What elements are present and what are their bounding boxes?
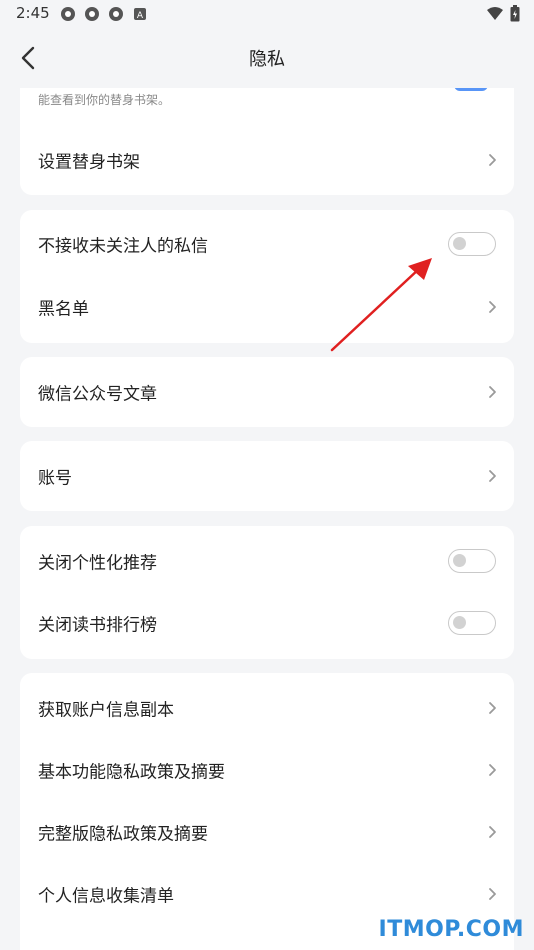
- status-right-icons: [486, 5, 520, 22]
- chevron-right-icon: [489, 386, 496, 398]
- setting-description: 能查看到你的替身书架。: [38, 93, 171, 107]
- row-disable-reading-ranking: 关闭读书排行榜: [20, 592, 514, 654]
- watermark: ITMOP.COM: [378, 917, 524, 942]
- chevron-right-icon: [489, 702, 496, 714]
- battery-icon: [510, 5, 520, 22]
- row-wechat-articles[interactable]: 微信公众号文章: [20, 361, 514, 423]
- partial-toggle[interactable]: [454, 88, 488, 91]
- nav-bar: 隐私: [0, 28, 534, 88]
- chevron-right-icon: [489, 301, 496, 313]
- wifi-icon: [487, 6, 503, 20]
- row-label: 账号: [38, 468, 72, 489]
- row-label: 个人信息收集清单: [38, 886, 174, 907]
- toggle-knob: [453, 237, 466, 250]
- chevron-right-icon: [489, 888, 496, 900]
- page-title: 隐私: [249, 49, 285, 70]
- svg-text:A: A: [137, 11, 144, 21]
- row-disable-personalized-recommendation: 关闭个性化推荐: [20, 530, 514, 592]
- toggle-knob: [453, 616, 466, 629]
- keyboard-icon: A: [134, 8, 146, 21]
- row-basic-privacy-policy[interactable]: 基本功能隐私政策及摘要: [20, 739, 514, 801]
- row-account[interactable]: 账号: [20, 445, 514, 507]
- row-label: 获取账户信息副本: [38, 700, 174, 721]
- row-label: 完整版隐私政策及摘要: [38, 824, 208, 845]
- status-time: 2:45: [16, 4, 50, 22]
- card-wechat-articles: 微信公众号文章: [20, 357, 514, 427]
- status-notification-icons: A: [60, 6, 148, 22]
- chevron-right-icon: [489, 470, 496, 482]
- screen: 2:45 A 隐私 能查看到你的替身书架。 设置替身书架 不接收未关注人的私信: [0, 0, 534, 950]
- row-set-substitute-bookshelf[interactable]: 设置替身书架: [20, 129, 514, 191]
- row-get-account-info-copy[interactable]: 获取账户信息副本: [20, 677, 514, 739]
- row-label: 基本功能隐私政策及摘要: [38, 762, 225, 783]
- row-label: 黑名单: [38, 299, 89, 320]
- row-label: 不接收未关注人的私信: [38, 236, 208, 257]
- card-substitute-bookshelf: 能查看到你的替身书架。 设置替身书架: [20, 88, 514, 195]
- reading-ranking-toggle[interactable]: [448, 611, 496, 635]
- chevron-right-icon: [489, 764, 496, 776]
- row-label: 微信公众号文章: [38, 384, 157, 405]
- messages-toggle[interactable]: [448, 232, 496, 256]
- card-privacy-policies: 获取账户信息副本 基本功能隐私政策及摘要 完整版隐私政策及摘要 个人信息收集清单: [20, 673, 514, 950]
- row-full-privacy-policy[interactable]: 完整版隐私政策及摘要: [20, 801, 514, 863]
- toggle-knob: [453, 554, 466, 567]
- row-personal-info-list[interactable]: 个人信息收集清单: [20, 863, 514, 925]
- app-notification-icon: [109, 7, 123, 21]
- row-label: 关闭读书排行榜: [38, 615, 157, 636]
- personalized-recommendation-toggle[interactable]: [448, 549, 496, 573]
- row-no-messages-from-strangers: 不接收未关注人的私信: [20, 213, 514, 275]
- app-notification-icon: [85, 7, 99, 21]
- card-messages: 不接收未关注人的私信 黑名单: [20, 210, 514, 343]
- chevron-right-icon: [489, 826, 496, 838]
- card-account: 账号: [20, 441, 514, 511]
- status-bar: 2:45 A: [0, 0, 534, 28]
- row-blacklist[interactable]: 黑名单: [20, 276, 514, 338]
- card-recommendation: 关闭个性化推荐 关闭读书排行榜: [20, 526, 514, 659]
- row-label: 设置替身书架: [38, 152, 140, 173]
- chevron-right-icon: [489, 154, 496, 166]
- app-notification-icon: [61, 7, 75, 21]
- row-label: 关闭个性化推荐: [38, 553, 157, 574]
